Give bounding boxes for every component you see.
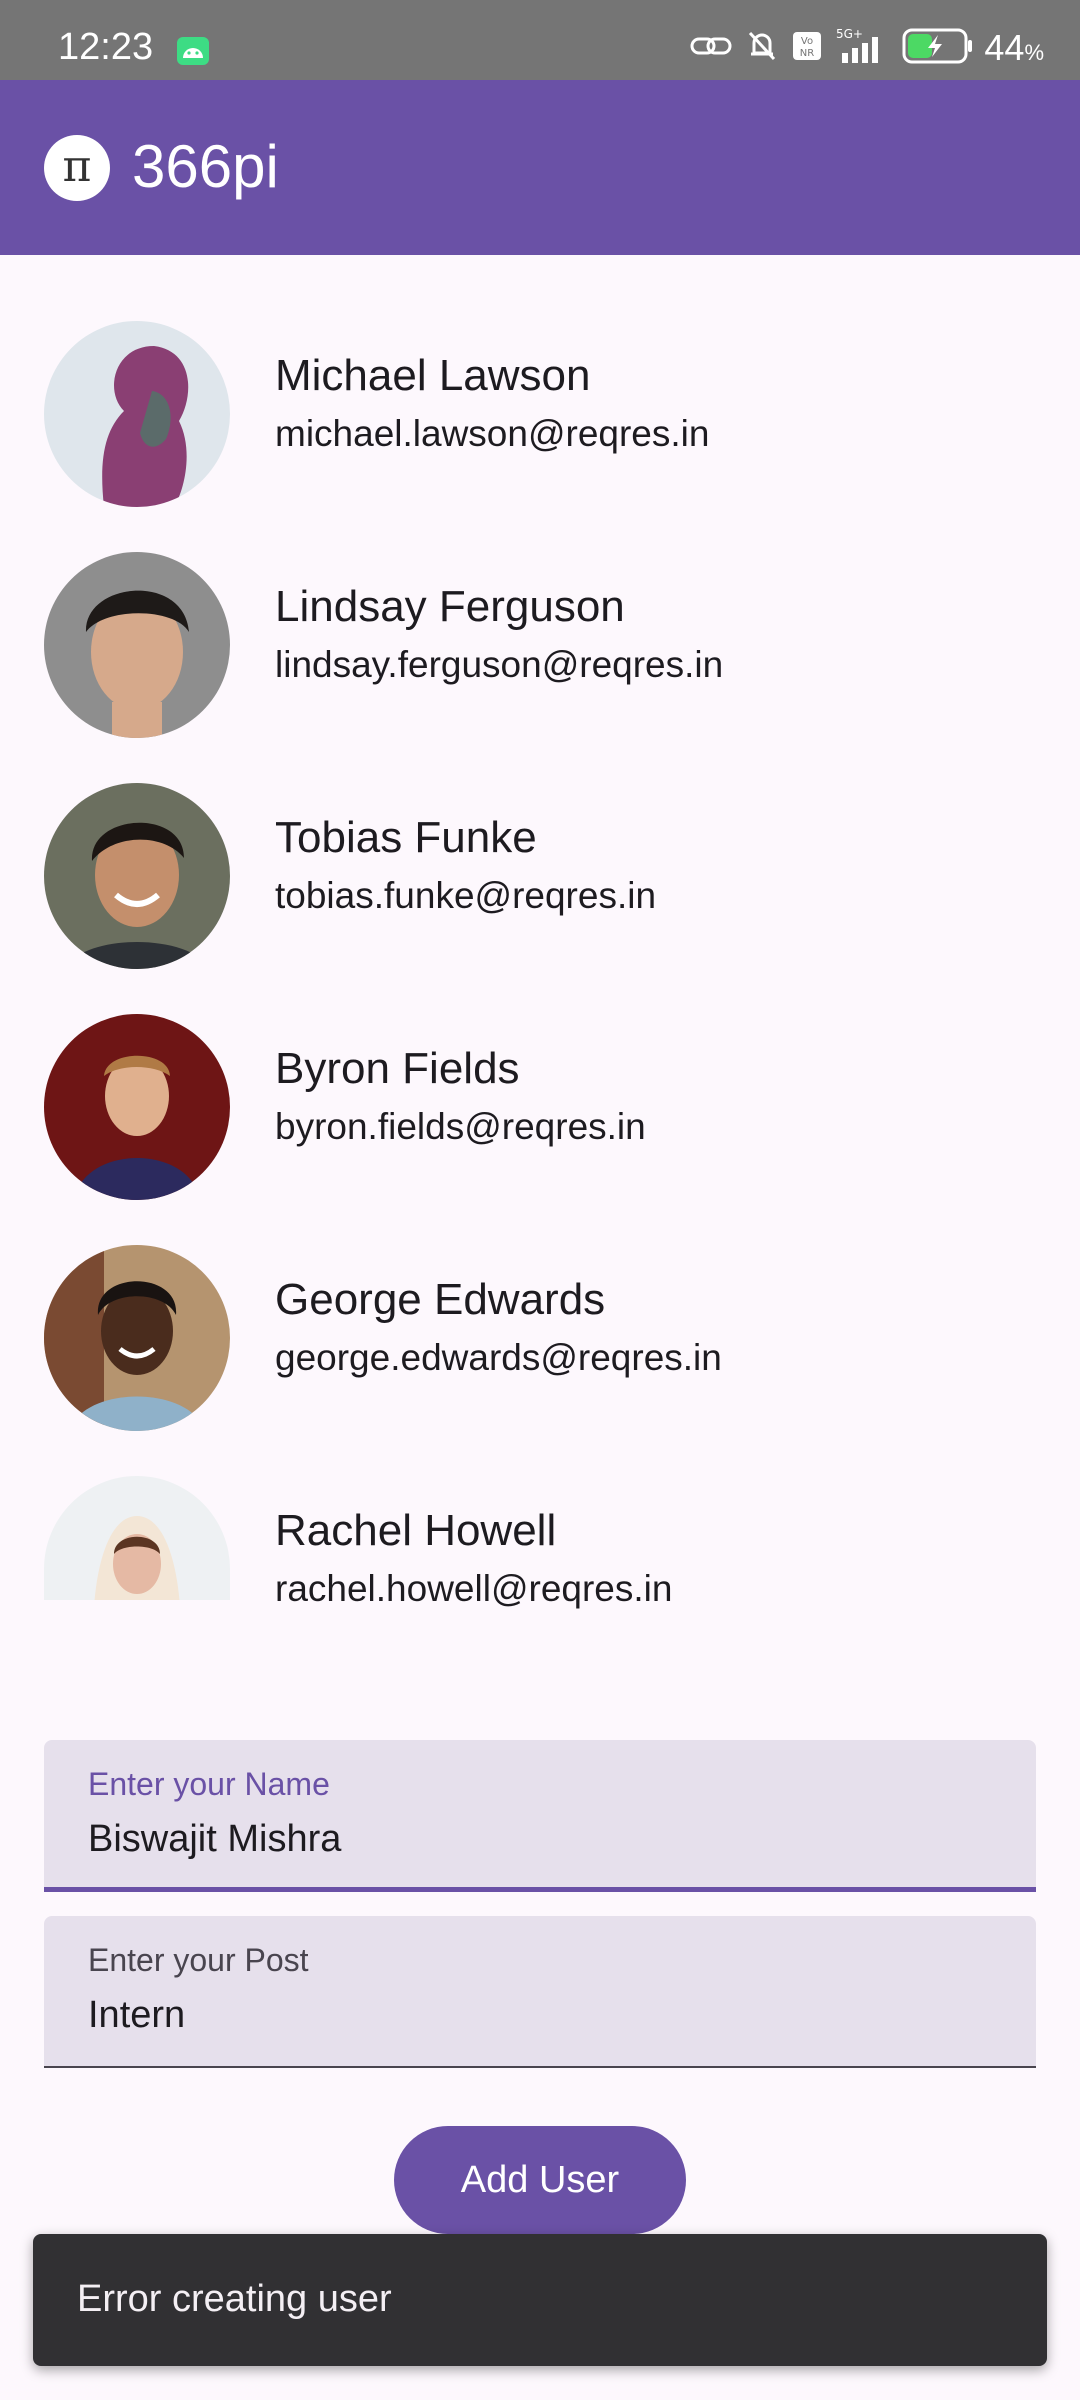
user-email: rachel.howell@reqres.in [275, 1568, 673, 1609]
snackbar-message: Error creating user [77, 2278, 392, 2320]
signal-icon: 5G+ [836, 27, 888, 70]
user-email: tobias.funke@reqres.in [275, 875, 657, 916]
avatar [44, 783, 230, 969]
user-email: michael.lawson@reqres.in [275, 413, 710, 454]
avatar [44, 1245, 230, 1431]
battery-percent: 44% [984, 27, 1044, 68]
avatar [44, 321, 230, 507]
status-bar: 12:23 Vo NR 5G+ 44% [0, 0, 1080, 80]
avatar [44, 1476, 230, 1600]
user-email: byron.fields@reqres.in [275, 1106, 646, 1147]
user-name: George Edwards [275, 1275, 606, 1324]
list-item[interactable]: George Edwards george.edwards@reqres.in [0, 1179, 1080, 1431]
name-field[interactable]: Enter your Name Biswajit Mishra [44, 1740, 1036, 1892]
app-screen: 12:23 Vo NR 5G+ 44% π 366pi Michael Laws… [0, 0, 1080, 2400]
add-user-button[interactable]: Add User [394, 2126, 686, 2234]
list-item[interactable]: Byron Fields byron.fields@reqres.in [0, 948, 1080, 1200]
user-name: Michael Lawson [275, 351, 591, 400]
list-item[interactable]: Michael Lawson michael.lawson@reqres.in [0, 255, 1080, 507]
network-type: 5G+ [836, 27, 863, 41]
name-field-label: Enter your Name [88, 1766, 330, 1802]
link-icon [690, 31, 732, 66]
app-logo: π [44, 135, 110, 201]
avatar [44, 552, 230, 738]
status-icons: Vo NR 5G+ 44% [676, 27, 1044, 70]
vonr-icon: Vo NR [792, 31, 822, 66]
avatar [44, 1014, 230, 1200]
name-field-value[interactable]: Biswajit Mishra [88, 1818, 341, 1861]
status-time: 12:23 [58, 26, 154, 68]
list-item[interactable]: Tobias Funke tobias.funke@reqres.in [0, 717, 1080, 969]
app-title: 366pi [132, 133, 279, 200]
user-email: lindsay.ferguson@reqres.in [275, 644, 724, 685]
svg-text:NR: NR [800, 48, 814, 59]
user-name: Lindsay Ferguson [275, 582, 625, 631]
post-field[interactable]: Enter your Post Intern [44, 1916, 1036, 2068]
svg-text:Vo: Vo [801, 36, 813, 47]
android-icon [176, 36, 210, 66]
user-email: george.edwards@reqres.in [275, 1337, 722, 1378]
post-field-label: Enter your Post [88, 1942, 309, 1978]
app-bar: π 366pi [0, 80, 1080, 255]
user-name: Rachel Howell [275, 1506, 557, 1555]
list-item[interactable]: Lindsay Ferguson lindsay.ferguson@reqres… [0, 486, 1080, 738]
user-name: Tobias Funke [275, 813, 537, 862]
snackbar: Error creating user [33, 2234, 1047, 2366]
user-name: Byron Fields [275, 1044, 520, 1093]
list-item[interactable]: Rachel Howell rachel.howell@reqres.in [0, 1410, 1080, 1641]
battery-icon [902, 27, 974, 70]
post-field-value[interactable]: Intern [88, 1994, 185, 2037]
bell-off-icon [746, 29, 778, 68]
user-list[interactable]: Michael Lawson michael.lawson@reqres.in … [0, 255, 1080, 1655]
